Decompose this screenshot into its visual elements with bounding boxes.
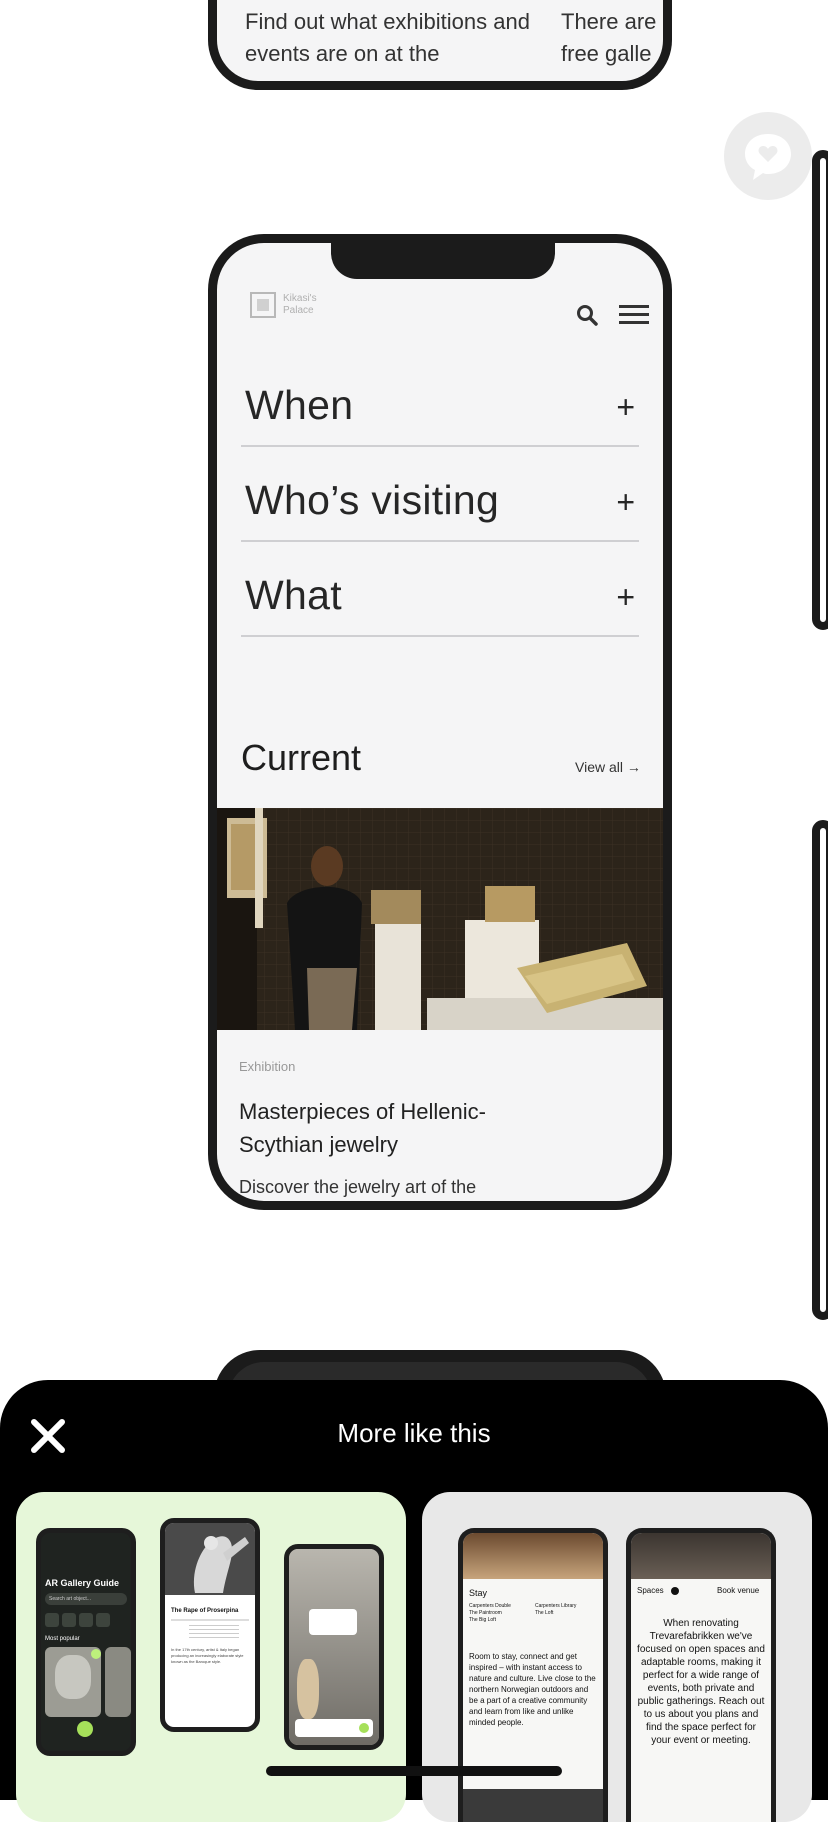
mini-rooms-left: Carpenters Double The Paintroom The Big …: [469, 1603, 511, 1623]
mini-phone-spaces: Spaces Book venue When renovating Trevar…: [626, 1528, 776, 1822]
exhibition-tag: Exhibition: [239, 1059, 296, 1074]
mini-search: Search art object...: [45, 1593, 127, 1605]
logo-text: Kikasi's Palace: [283, 293, 317, 316]
mini-spaces-label: Spaces: [637, 1586, 664, 1595]
search-icon[interactable]: [575, 303, 599, 327]
main-phone-screenshot[interactable]: Kikasi's Palace When + Who’s visiting + …: [208, 234, 672, 1210]
current-heading: Current: [241, 737, 362, 778]
feedback-button[interactable]: [724, 112, 812, 200]
top-phone-screenshot: Find out what exhibitions and events are…: [208, 0, 672, 90]
menu-icon[interactable]: [619, 304, 649, 326]
more-like-this-sheet: More like this AR Gallery Guide Search a…: [0, 1380, 828, 1822]
accordion-whos-visiting[interactable]: Who’s visiting +: [241, 448, 639, 542]
accordion-label: When: [245, 382, 354, 428]
mini-artwork-title: The Rape of Proserpina: [171, 1608, 239, 1614]
mini-artwork-text: In the 17th century, artist & Italy bega…: [171, 1647, 244, 1664]
accordion-when[interactable]: When +: [241, 353, 639, 447]
mini-phone-stay: Stay Carpenters Double The Paintroom The…: [458, 1528, 608, 1822]
exhibition-image[interactable]: [217, 808, 663, 1030]
mini-book-venue: Book venue: [717, 1586, 760, 1595]
mini-spaces-text: When renovating Trevarefabrikken we've f…: [637, 1618, 765, 1746]
info-icon: [671, 1587, 679, 1595]
accordion-what[interactable]: What +: [241, 543, 639, 637]
sheet-title: More like this: [337, 1418, 491, 1448]
exhibition-description: Discover the jewelry art of the: [239, 1177, 477, 1197]
right-phone-edge: [812, 150, 828, 630]
mini-stay-heading: Stay: [469, 1588, 488, 1598]
logo-icon: [250, 292, 276, 318]
exhibition-title[interactable]: Masterpieces of Hellenic-Scythian jewelr…: [239, 1095, 539, 1161]
top-phone-text-left: Find out what exhibitions and events are…: [245, 9, 530, 66]
mini-rooms-right: Carpenters Library The Loft: [535, 1603, 577, 1616]
home-indicator: [266, 1766, 562, 1776]
view-all-link[interactable]: View all →: [575, 759, 641, 775]
plus-icon: +: [616, 579, 635, 615]
mini-stay-text: Room to stay, connect and get inspired –…: [469, 1652, 596, 1727]
mini-section-title: Most popular: [45, 1636, 80, 1642]
plus-icon: +: [616, 389, 635, 425]
site-logo[interactable]: Kikasi's Palace: [249, 291, 329, 321]
chat-heart-icon: [745, 134, 791, 180]
plus-icon: +: [616, 484, 635, 520]
mini-phone-home: AR Gallery Guide Search art object... Mo…: [36, 1528, 136, 1756]
accordion-label: What: [245, 572, 342, 618]
mini-phone-artwork: The Rape of Proserpina In the 17th centu…: [160, 1518, 260, 1732]
phone-notch: [331, 243, 555, 279]
mini-app-title: AR Gallery Guide: [45, 1578, 120, 1588]
top-phone-text-right: There are free galle: [561, 9, 657, 66]
accordion-label: Who’s visiting: [245, 477, 500, 523]
mini-phone-camera: [284, 1544, 384, 1750]
right-phone-edge: [812, 820, 828, 1320]
